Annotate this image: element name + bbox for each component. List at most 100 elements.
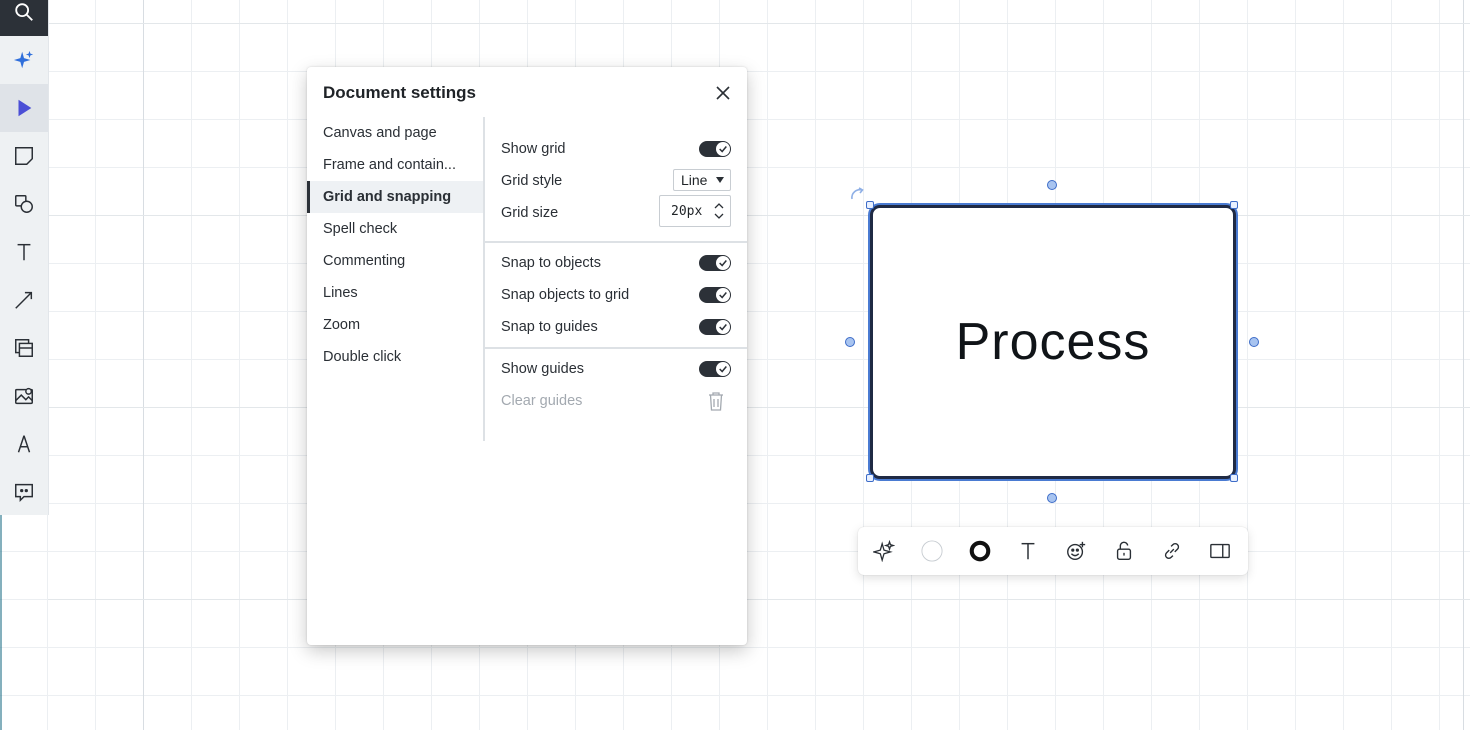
lock-button[interactable] bbox=[1112, 539, 1136, 563]
settings-nav: Canvas and page Frame and contain... Gri… bbox=[307, 117, 483, 373]
fill-color-button[interactable] bbox=[920, 539, 944, 563]
add-reaction-button[interactable] bbox=[1064, 539, 1088, 563]
text-icon bbox=[1021, 542, 1035, 560]
snap-objects-toggle[interactable] bbox=[699, 255, 731, 271]
border-style-button[interactable] bbox=[968, 539, 992, 563]
show-guides-label: Show guides bbox=[501, 361, 585, 377]
canvas-grid-line bbox=[48, 599, 1470, 600]
check-icon bbox=[716, 320, 730, 334]
text-icon bbox=[17, 243, 31, 261]
comment-icon bbox=[15, 483, 33, 503]
snap-objects-label: Snap to objects bbox=[501, 255, 601, 271]
process-shape[interactable]: Process bbox=[870, 205, 1236, 479]
unlock-icon bbox=[1116, 541, 1132, 560]
nav-double-click[interactable]: Double click bbox=[307, 341, 483, 373]
side-panel-icon bbox=[1210, 543, 1230, 559]
shape-text[interactable]: Process bbox=[956, 312, 1151, 372]
snap-guides-row: Snap to guides bbox=[501, 315, 731, 339]
connection-point-top[interactable] bbox=[1047, 180, 1057, 190]
connection-point-bottom[interactable] bbox=[1047, 493, 1057, 503]
resize-handle-bottom-left[interactable] bbox=[866, 474, 874, 482]
line-tool-button[interactable] bbox=[0, 276, 48, 324]
frame-tool-button[interactable] bbox=[0, 324, 48, 372]
pen-icon bbox=[17, 435, 31, 453]
ai-assist-button[interactable] bbox=[0, 36, 48, 84]
connection-point-left[interactable] bbox=[845, 337, 855, 347]
check-icon bbox=[716, 142, 730, 156]
grid-style-value: Line bbox=[681, 172, 708, 188]
nav-spell-check[interactable]: Spell check bbox=[307, 213, 483, 245]
grid-style-label: Grid style bbox=[501, 173, 563, 189]
canvas-grid-line bbox=[1463, 0, 1464, 730]
resize-handle-top-right[interactable] bbox=[1230, 201, 1238, 209]
grid-style-row: Grid style Line bbox=[501, 169, 731, 193]
show-grid-row: Show grid bbox=[501, 137, 731, 161]
image-icon bbox=[15, 387, 33, 405]
check-icon bbox=[716, 256, 730, 270]
grid-size-label: Grid size bbox=[501, 205, 559, 221]
shape-context-toolbar bbox=[858, 527, 1248, 575]
resize-handle-bottom-right[interactable] bbox=[1230, 474, 1238, 482]
close-icon bbox=[716, 86, 730, 100]
line-icon bbox=[15, 291, 33, 309]
grid-style-select[interactable]: Line bbox=[673, 169, 731, 191]
left-toolbar bbox=[0, 0, 49, 515]
border-style-icon bbox=[969, 540, 991, 562]
section-divider bbox=[485, 241, 747, 243]
image-tool-button[interactable] bbox=[0, 372, 48, 420]
text-format-button[interactable] bbox=[1016, 539, 1040, 563]
ai-actions-button[interactable] bbox=[872, 539, 896, 563]
document-settings-dialog: Document settings Canvas and page Frame … bbox=[307, 67, 747, 645]
snap-guides-toggle[interactable] bbox=[699, 319, 731, 335]
nav-frame-and-container[interactable]: Frame and contain... bbox=[307, 149, 483, 181]
select-tool-button[interactable] bbox=[0, 84, 48, 132]
rotate-handle-icon[interactable] bbox=[848, 185, 868, 205]
connection-point-right[interactable] bbox=[1249, 337, 1259, 347]
show-guides-row: Show guides bbox=[501, 357, 731, 381]
fill-color-icon bbox=[921, 540, 943, 562]
link-button[interactable] bbox=[1160, 539, 1184, 563]
sticky-note-icon bbox=[15, 147, 33, 165]
comment-tool-button[interactable] bbox=[0, 468, 48, 516]
nav-commenting[interactable]: Commenting bbox=[307, 245, 483, 277]
select-pointer-icon bbox=[18, 99, 32, 117]
grid-size-value: 20px bbox=[671, 203, 703, 219]
show-grid-toggle[interactable] bbox=[699, 141, 731, 157]
search-icon bbox=[15, 3, 33, 21]
show-guides-toggle[interactable] bbox=[699, 361, 731, 377]
search-button[interactable] bbox=[0, 0, 48, 36]
snap-grid-label: Snap objects to grid bbox=[501, 287, 630, 303]
nav-lines[interactable]: Lines bbox=[307, 277, 483, 309]
snap-guides-label: Snap to guides bbox=[501, 319, 598, 335]
canvas-grid-line bbox=[48, 407, 1470, 408]
canvas-grid-line bbox=[48, 215, 1470, 216]
show-grid-label: Show grid bbox=[501, 141, 566, 157]
dialog-title: Document settings bbox=[323, 83, 477, 102]
trash-icon[interactable] bbox=[707, 391, 725, 411]
clear-guides-row: Clear guides bbox=[501, 389, 731, 413]
sticky-note-button[interactable] bbox=[0, 132, 48, 180]
grid-size-stepper[interactable]: 20px bbox=[659, 195, 731, 227]
frame-icon bbox=[15, 339, 33, 357]
snap-grid-toggle[interactable] bbox=[699, 287, 731, 303]
close-button[interactable] bbox=[713, 83, 733, 103]
snap-objects-row: Snap to objects bbox=[501, 251, 731, 275]
pen-tool-button[interactable] bbox=[0, 420, 48, 468]
nav-canvas-and-page[interactable]: Canvas and page bbox=[307, 117, 483, 149]
text-tool-button[interactable] bbox=[0, 228, 48, 276]
snap-grid-row: Snap objects to grid bbox=[501, 283, 731, 307]
check-icon bbox=[716, 362, 730, 376]
ai-sparkle-icon bbox=[13, 50, 34, 69]
nav-grid-and-snapping[interactable]: Grid and snapping bbox=[307, 181, 483, 213]
nav-zoom[interactable]: Zoom bbox=[307, 309, 483, 341]
shapes-icon bbox=[15, 195, 33, 213]
shapes-button[interactable] bbox=[0, 180, 48, 228]
section-divider bbox=[485, 347, 747, 349]
sparkle-outline-icon bbox=[873, 540, 895, 562]
side-panel-button[interactable] bbox=[1208, 539, 1232, 563]
resize-handle-top-left[interactable] bbox=[866, 201, 874, 209]
caret-down-icon bbox=[716, 177, 724, 183]
canvas-grid-line bbox=[48, 23, 1470, 24]
stepper-arrows-icon[interactable] bbox=[714, 202, 724, 220]
window-edge bbox=[0, 515, 2, 730]
